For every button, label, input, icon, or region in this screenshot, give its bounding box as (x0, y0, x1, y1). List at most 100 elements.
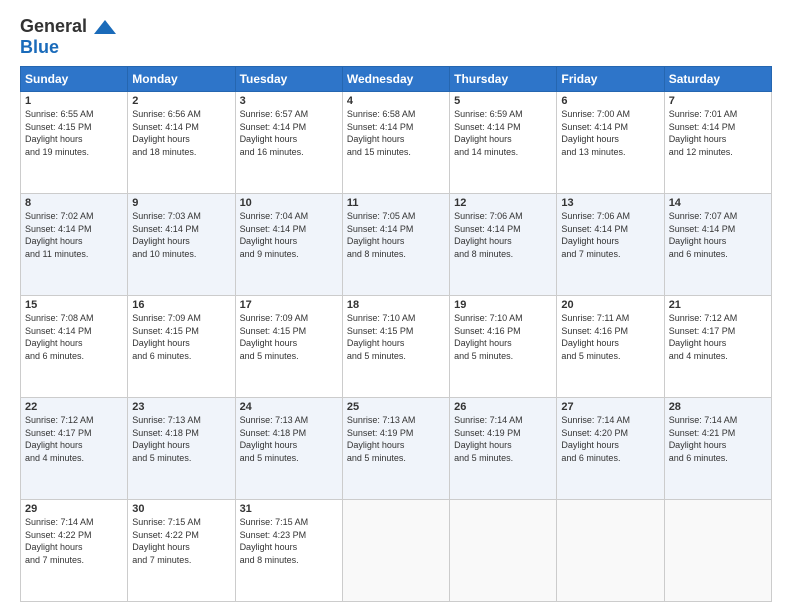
day-number: 13 (561, 197, 659, 209)
calendar-cell: 23 Sunrise: 7:13 AMSunset: 4:18 PMDaylig… (128, 398, 235, 500)
page: General Blue SundayMondayTuesdayWednesda… (0, 0, 792, 612)
day-number: 23 (132, 401, 230, 413)
calendar-cell: 18 Sunrise: 7:10 AMSunset: 4:15 PMDaylig… (342, 296, 449, 398)
day-number: 17 (240, 299, 338, 311)
calendar-cell: 21 Sunrise: 7:12 AMSunset: 4:17 PMDaylig… (664, 296, 771, 398)
calendar-cell: 25 Sunrise: 7:13 AMSunset: 4:19 PMDaylig… (342, 398, 449, 500)
calendar-cell: 26 Sunrise: 7:14 AMSunset: 4:19 PMDaylig… (450, 398, 557, 500)
col-header-monday: Monday (128, 67, 235, 92)
calendar-cell: 9 Sunrise: 7:03 AMSunset: 4:14 PMDayligh… (128, 194, 235, 296)
day-info: Sunrise: 7:00 AMSunset: 4:14 PMDaylight … (561, 109, 630, 157)
calendar-cell: 4 Sunrise: 6:58 AMSunset: 4:14 PMDayligh… (342, 92, 449, 194)
day-number: 27 (561, 401, 659, 413)
day-info: Sunrise: 6:58 AMSunset: 4:14 PMDaylight … (347, 109, 416, 157)
calendar-cell: 12 Sunrise: 7:06 AMSunset: 4:14 PMDaylig… (450, 194, 557, 296)
day-number: 18 (347, 299, 445, 311)
calendar-cell: 8 Sunrise: 7:02 AMSunset: 4:14 PMDayligh… (21, 194, 128, 296)
day-number: 25 (347, 401, 445, 413)
calendar-cell: 11 Sunrise: 7:05 AMSunset: 4:14 PMDaylig… (342, 194, 449, 296)
calendar-cell: 10 Sunrise: 7:04 AMSunset: 4:14 PMDaylig… (235, 194, 342, 296)
calendar-cell: 5 Sunrise: 6:59 AMSunset: 4:14 PMDayligh… (450, 92, 557, 194)
day-info: Sunrise: 7:01 AMSunset: 4:14 PMDaylight … (669, 109, 738, 157)
calendar-cell: 1 Sunrise: 6:55 AMSunset: 4:15 PMDayligh… (21, 92, 128, 194)
day-number: 21 (669, 299, 767, 311)
calendar-cell: 29 Sunrise: 7:14 AMSunset: 4:22 PMDaylig… (21, 500, 128, 602)
col-header-tuesday: Tuesday (235, 67, 342, 92)
day-info: Sunrise: 7:13 AMSunset: 4:19 PMDaylight … (347, 415, 416, 463)
calendar-cell: 17 Sunrise: 7:09 AMSunset: 4:15 PMDaylig… (235, 296, 342, 398)
day-number: 6 (561, 95, 659, 107)
calendar-cell: 6 Sunrise: 7:00 AMSunset: 4:14 PMDayligh… (557, 92, 664, 194)
calendar-cell: 28 Sunrise: 7:14 AMSunset: 4:21 PMDaylig… (664, 398, 771, 500)
day-number: 14 (669, 197, 767, 209)
day-info: Sunrise: 7:13 AMSunset: 4:18 PMDaylight … (240, 415, 309, 463)
day-info: Sunrise: 7:09 AMSunset: 4:15 PMDaylight … (240, 313, 309, 361)
col-header-saturday: Saturday (664, 67, 771, 92)
day-info: Sunrise: 7:05 AMSunset: 4:14 PMDaylight … (347, 211, 416, 259)
day-number: 1 (25, 95, 123, 107)
calendar-cell: 7 Sunrise: 7:01 AMSunset: 4:14 PMDayligh… (664, 92, 771, 194)
day-number: 22 (25, 401, 123, 413)
day-number: 4 (347, 95, 445, 107)
calendar-cell: 31 Sunrise: 7:15 AMSunset: 4:23 PMDaylig… (235, 500, 342, 602)
day-number: 31 (240, 503, 338, 515)
day-number: 8 (25, 197, 123, 209)
day-info: Sunrise: 7:14 AMSunset: 4:21 PMDaylight … (669, 415, 738, 463)
day-number: 24 (240, 401, 338, 413)
day-number: 29 (25, 503, 123, 515)
day-info: Sunrise: 7:08 AMSunset: 4:14 PMDaylight … (25, 313, 94, 361)
day-number: 20 (561, 299, 659, 311)
day-info: Sunrise: 7:03 AMSunset: 4:14 PMDaylight … (132, 211, 201, 259)
day-number: 7 (669, 95, 767, 107)
calendar-cell: 27 Sunrise: 7:14 AMSunset: 4:20 PMDaylig… (557, 398, 664, 500)
day-info: Sunrise: 7:15 AMSunset: 4:22 PMDaylight … (132, 517, 201, 565)
day-number: 2 (132, 95, 230, 107)
col-header-thursday: Thursday (450, 67, 557, 92)
day-info: Sunrise: 6:56 AMSunset: 4:14 PMDaylight … (132, 109, 201, 157)
calendar-header-row: SundayMondayTuesdayWednesdayThursdayFrid… (21, 67, 772, 92)
calendar-table: SundayMondayTuesdayWednesdayThursdayFrid… (20, 66, 772, 602)
calendar-cell: 19 Sunrise: 7:10 AMSunset: 4:16 PMDaylig… (450, 296, 557, 398)
day-number: 3 (240, 95, 338, 107)
day-info: Sunrise: 7:11 AMSunset: 4:16 PMDaylight … (561, 313, 629, 361)
calendar-cell: 22 Sunrise: 7:12 AMSunset: 4:17 PMDaylig… (21, 398, 128, 500)
day-number: 16 (132, 299, 230, 311)
day-info: Sunrise: 7:10 AMSunset: 4:16 PMDaylight … (454, 313, 523, 361)
calendar-cell: 16 Sunrise: 7:09 AMSunset: 4:15 PMDaylig… (128, 296, 235, 398)
day-info: Sunrise: 7:04 AMSunset: 4:14 PMDaylight … (240, 211, 309, 259)
day-info: Sunrise: 7:14 AMSunset: 4:22 PMDaylight … (25, 517, 94, 565)
calendar-cell: 20 Sunrise: 7:11 AMSunset: 4:16 PMDaylig… (557, 296, 664, 398)
day-info: Sunrise: 6:59 AMSunset: 4:14 PMDaylight … (454, 109, 523, 157)
logo: General Blue (20, 16, 116, 58)
calendar-cell: 30 Sunrise: 7:15 AMSunset: 4:22 PMDaylig… (128, 500, 235, 602)
day-number: 5 (454, 95, 552, 107)
logo-blue: Blue (20, 37, 59, 57)
day-info: Sunrise: 7:14 AMSunset: 4:20 PMDaylight … (561, 415, 630, 463)
calendar-cell (664, 500, 771, 602)
calendar-cell (557, 500, 664, 602)
calendar-cell: 24 Sunrise: 7:13 AMSunset: 4:18 PMDaylig… (235, 398, 342, 500)
logo-icon (94, 20, 116, 34)
day-info: Sunrise: 7:06 AMSunset: 4:14 PMDaylight … (454, 211, 523, 259)
header: General Blue (20, 16, 772, 58)
calendar-cell: 13 Sunrise: 7:06 AMSunset: 4:14 PMDaylig… (557, 194, 664, 296)
col-header-sunday: Sunday (21, 67, 128, 92)
day-number: 30 (132, 503, 230, 515)
day-info: Sunrise: 6:55 AMSunset: 4:15 PMDaylight … (25, 109, 94, 157)
calendar-week-row: 8 Sunrise: 7:02 AMSunset: 4:14 PMDayligh… (21, 194, 772, 296)
day-number: 28 (669, 401, 767, 413)
calendar-cell (450, 500, 557, 602)
day-info: Sunrise: 7:12 AMSunset: 4:17 PMDaylight … (669, 313, 738, 361)
day-info: Sunrise: 7:10 AMSunset: 4:15 PMDaylight … (347, 313, 416, 361)
calendar-week-row: 29 Sunrise: 7:14 AMSunset: 4:22 PMDaylig… (21, 500, 772, 602)
day-info: Sunrise: 7:13 AMSunset: 4:18 PMDaylight … (132, 415, 201, 463)
calendar-cell: 14 Sunrise: 7:07 AMSunset: 4:14 PMDaylig… (664, 194, 771, 296)
calendar-week-row: 15 Sunrise: 7:08 AMSunset: 4:14 PMDaylig… (21, 296, 772, 398)
day-number: 10 (240, 197, 338, 209)
day-number: 26 (454, 401, 552, 413)
day-info: Sunrise: 7:09 AMSunset: 4:15 PMDaylight … (132, 313, 201, 361)
col-header-wednesday: Wednesday (342, 67, 449, 92)
day-info: Sunrise: 7:02 AMSunset: 4:14 PMDaylight … (25, 211, 94, 259)
day-number: 19 (454, 299, 552, 311)
day-info: Sunrise: 7:14 AMSunset: 4:19 PMDaylight … (454, 415, 523, 463)
